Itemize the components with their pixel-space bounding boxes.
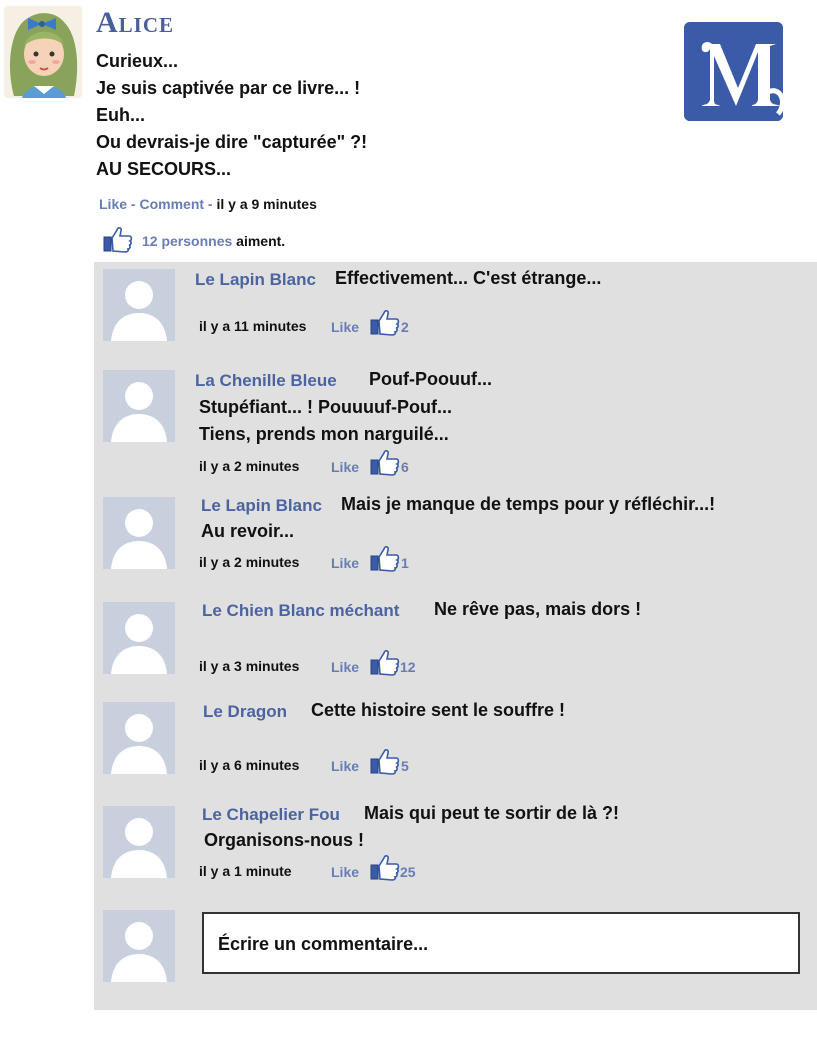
post-text-line: AU SECOURS...: [96, 159, 232, 179]
comment-text-line: Cette histoire sent le souffre !: [311, 700, 566, 720]
comment-text-line: Stupéfiant... ! Pouuuuf-Pouf...: [199, 397, 452, 417]
post-text-line: Je suis captivée par ce livre... !: [96, 78, 361, 98]
comment-text-line: Ne rêve pas, mais dors !: [434, 599, 642, 619]
comment-like-link[interactable]: Like: [331, 758, 359, 774]
thumbs-up-icon[interactable]: [370, 448, 400, 481]
comment-author[interactable]: Le Dragon: [203, 702, 287, 722]
comment-author[interactable]: Le Chien Blanc méchant: [202, 601, 399, 621]
comment-time: il y a 1 minute: [199, 863, 292, 879]
comment-text-line: Au revoir...: [201, 521, 295, 541]
comment-text-line: Tiens, prends mon narguilé...: [199, 424, 449, 444]
comment-like-count: 2: [401, 319, 409, 335]
m-logo: [684, 22, 783, 121]
comment-like-link[interactable]: Like: [331, 459, 359, 475]
comment-avatar[interactable]: [103, 702, 175, 774]
comment-text-line: Mais qui peut te sortir de là ?!: [364, 803, 620, 823]
comment-avatar[interactable]: [103, 602, 175, 674]
comment-input-placeholder: Écrire un commentaire...: [218, 934, 429, 954]
separator: -: [204, 196, 217, 212]
comment-text-line: Organisons-nous !: [204, 830, 365, 850]
comment-text-line: Effectivement... C'est étrange...: [335, 268, 602, 288]
thumbs-up-icon[interactable]: [370, 747, 400, 780]
comment-author[interactable]: La Chenille Bleue: [195, 371, 337, 391]
composer-avatar: [103, 910, 175, 982]
comment-like-link[interactable]: Like: [331, 555, 359, 571]
comment-text-line: Mais je manque de temps pour y réfléchir…: [341, 494, 716, 514]
comment-like-count: 5: [401, 758, 409, 774]
comment-input[interactable]: Écrire un commentaire...: [202, 912, 800, 974]
comment-like-link[interactable]: Like: [331, 319, 359, 335]
post-author-name[interactable]: Alice: [96, 6, 174, 40]
like-link[interactable]: Like: [99, 196, 127, 212]
comment-like-count: 12: [400, 659, 416, 675]
comment-avatar[interactable]: [103, 806, 175, 878]
comment-avatar[interactable]: [103, 497, 175, 569]
post-text-line: Curieux...: [96, 51, 179, 71]
alice-avatar: [4, 6, 82, 98]
comment-like-count: 1: [401, 555, 409, 571]
comment-avatar[interactable]: [103, 370, 175, 442]
post-actions: Like - Comment - il y a 9 minutes: [99, 196, 317, 212]
comment-avatar[interactable]: [103, 269, 175, 341]
likes-suffix: aiment.: [232, 233, 286, 249]
post-time: il y a 9 minutes: [216, 196, 317, 212]
comment-time: il y a 3 minutes: [199, 658, 300, 674]
comment-time: il y a 11 minutes: [199, 318, 307, 334]
thumbs-up-icon[interactable]: [370, 544, 400, 577]
comment-author[interactable]: Le Lapin Blanc: [195, 270, 316, 290]
thumbs-up-icon[interactable]: [370, 648, 400, 681]
comment-time: il y a 2 minutes: [199, 458, 300, 474]
comment-text-line: Pouf-Poouuf...: [369, 369, 492, 389]
thumbs-up-icon[interactable]: [370, 308, 400, 341]
comment-like-count: 6: [401, 459, 409, 475]
comment-time: il y a 6 minutes: [199, 757, 300, 773]
comment-author[interactable]: Le Lapin Blanc: [201, 496, 322, 516]
comment-like-count: 25: [400, 864, 416, 880]
comment-like-link[interactable]: Like: [331, 659, 359, 675]
thumbs-up-icon: [103, 225, 133, 256]
comment-author[interactable]: Le Chapelier Fou: [202, 805, 340, 825]
likes-people-link[interactable]: 12 personnes: [142, 233, 232, 249]
comment-like-link[interactable]: Like: [331, 864, 359, 880]
post-text-line: Ou devrais-je dire "capturée" ?!: [96, 132, 368, 152]
comment-link[interactable]: Comment: [139, 196, 204, 212]
comment-time: il y a 2 minutes: [199, 554, 300, 570]
separator: -: [127, 196, 140, 212]
post-text-line: Euh...: [96, 105, 145, 125]
thumbs-up-icon[interactable]: [370, 853, 400, 886]
